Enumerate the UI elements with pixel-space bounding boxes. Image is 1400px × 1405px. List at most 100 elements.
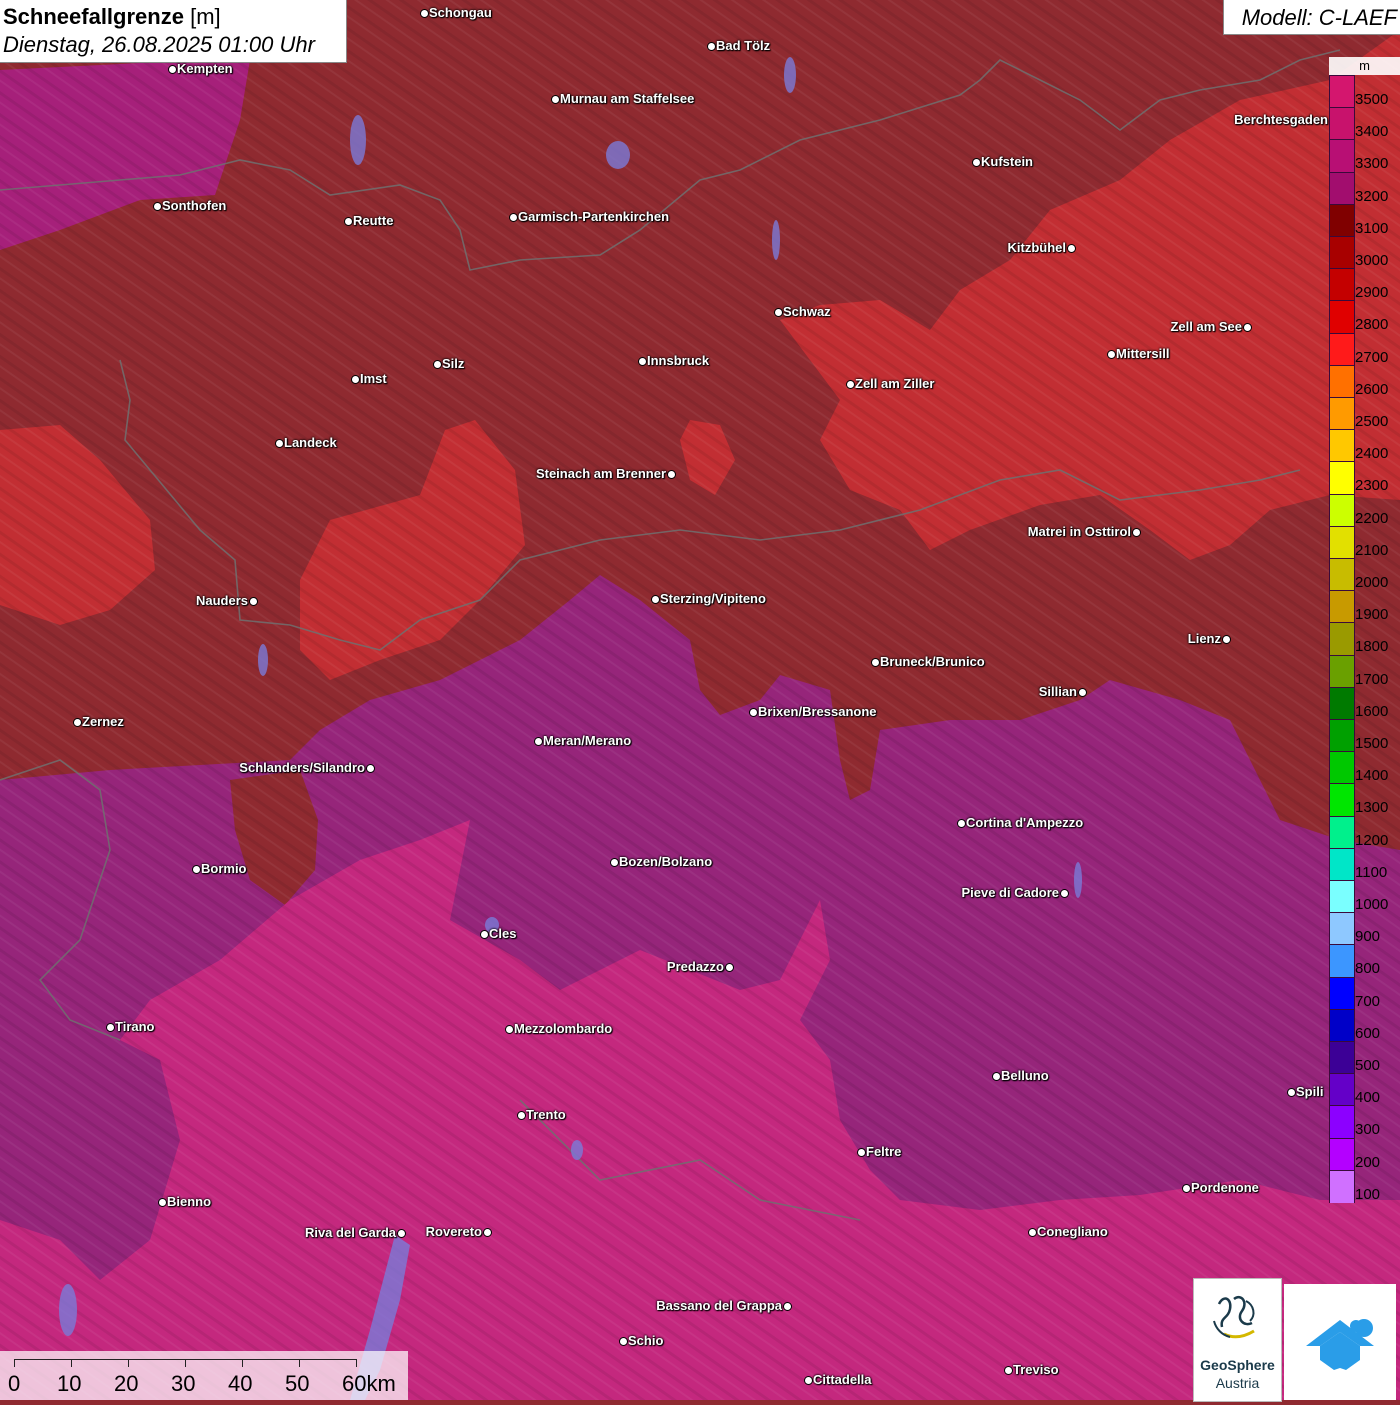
geosphere-logo[interactable]: GeoSphere Austria: [1193, 1278, 1282, 1402]
legend-label-2900: 2900: [1355, 284, 1389, 302]
legend-swatch-1500: [1329, 719, 1355, 753]
city-marker-zell-am-see: [1243, 323, 1252, 332]
scale-label: 0: [8, 1371, 21, 1396]
city-marker-landeck: [275, 439, 284, 448]
city-label-schwaz: Schwaz: [783, 304, 831, 319]
city-marker-schongau: [420, 9, 429, 18]
city-marker-feltre: [857, 1148, 866, 1157]
legend-swatch-300: [1329, 1105, 1355, 1139]
legend-label-3500: 3500: [1355, 91, 1389, 108]
city-label-bassano-del-grappa: Bassano del Grappa: [656, 1298, 782, 1313]
city-label-matrei-in-osttirol: Matrei in Osttirol: [1027, 524, 1131, 539]
city-label-pordenone: Pordenone: [1191, 1180, 1259, 1195]
city-marker-trento: [517, 1111, 526, 1120]
legend-swatch-3500: [1329, 75, 1355, 109]
legend-label-700: 700: [1355, 992, 1381, 1010]
city-marker-garmisch-partenkirchen: [509, 213, 518, 222]
city-label-meran-merano: Meran/Merano: [543, 733, 632, 748]
scale-tick: [356, 1359, 357, 1367]
city-label-cittadella: Cittadella: [813, 1372, 872, 1387]
map-title: Schneefallgrenze [m]: [3, 4, 221, 30]
map-title-unit: [m]: [190, 4, 221, 29]
legend-label-1700: 1700: [1355, 670, 1389, 688]
legend-label-500: 500: [1355, 1057, 1381, 1074]
legend-swatch-700: [1329, 976, 1355, 1010]
scale-label: 50: [285, 1371, 310, 1396]
legend-swatch-1200: [1329, 815, 1355, 849]
legend-label-1200: 1200: [1355, 831, 1389, 849]
city-marker-kempten: [168, 65, 177, 74]
cloud-house-icon: [1306, 1319, 1374, 1370]
city-marker-predazzo: [725, 963, 734, 972]
city-label-kufstein: Kufstein: [981, 154, 1033, 169]
city-marker-schio: [619, 1337, 628, 1346]
legend-swatch-1100: [1329, 847, 1355, 881]
scale-tick: [14, 1359, 15, 1367]
legend-swatch-2000: [1329, 558, 1355, 592]
legend-swatch-1800: [1329, 622, 1355, 656]
city-label-schongau: Schongau: [429, 5, 492, 20]
legend-label-800: 800: [1355, 960, 1381, 978]
city-marker-bozen-bolzano: [610, 858, 619, 867]
city-label-pieve-di-cadore: Pieve di Cadore: [961, 885, 1059, 900]
legend-swatch-3400: [1329, 107, 1355, 141]
city-marker-cortina-d-ampezzo: [957, 819, 966, 828]
city-label-schlanders-silandro: Schlanders/Silandro: [239, 760, 365, 775]
city-label-bruneck-brunico: Bruneck/Brunico: [880, 654, 985, 669]
city-marker-sterzing-vipiteno: [651, 595, 660, 604]
city-marker-lienz: [1222, 635, 1231, 644]
city-marker-bassano-del-grappa: [783, 1302, 792, 1311]
scale-tick: [299, 1359, 300, 1367]
scale-tick: [71, 1359, 72, 1367]
city-marker-imst: [351, 375, 360, 384]
geosphere-emblem-icon: [1213, 1295, 1255, 1339]
legend-label-3100: 3100: [1355, 219, 1389, 237]
city-marker-pieve-di-cadore: [1060, 889, 1069, 898]
legend-swatch-200: [1329, 1137, 1355, 1171]
city-label-bad-t-lz: Bad Tölz: [716, 38, 771, 53]
scale-bar: 0 10 20 30 40 50 60km: [0, 1351, 408, 1400]
city-label-bozen-bolzano: Bozen/Bolzano: [619, 854, 713, 869]
legend-swatch-3000: [1329, 236, 1355, 270]
weather-app-logo[interactable]: [1284, 1284, 1396, 1400]
city-marker-silz: [433, 360, 442, 369]
legend-label-3200: 3200: [1355, 187, 1389, 205]
city-label-conegliano: Conegliano: [1037, 1224, 1108, 1239]
legend-swatch-2200: [1329, 493, 1355, 527]
city-label-bormio: Bormio: [201, 861, 247, 876]
city-marker-mittersill: [1107, 350, 1116, 359]
legend-swatch-600: [1329, 1008, 1355, 1042]
legend-swatch-3100: [1329, 203, 1355, 237]
city-label-zell-am-ziller: Zell am Ziller: [855, 376, 935, 391]
scale-label: 20: [114, 1371, 139, 1396]
city-label-feltre: Feltre: [866, 1144, 902, 1159]
city-marker-bienno: [158, 1198, 167, 1207]
legend-swatch-100: [1329, 1169, 1355, 1203]
scale-tick: [242, 1359, 243, 1367]
city-label-lienz: Lienz: [1187, 631, 1221, 646]
city-label-imst: Imst: [360, 371, 387, 386]
city-marker-belluno: [992, 1072, 1001, 1081]
city-marker-sonthofen: [153, 202, 162, 211]
legend-label-3300: 3300: [1355, 155, 1389, 173]
legend-label-600: 600: [1355, 1024, 1381, 1042]
legend-label-400: 400: [1355, 1089, 1381, 1107]
legend-label-200: 200: [1355, 1153, 1381, 1171]
scale-tick: [128, 1359, 129, 1367]
legend-label-1900: 1900: [1355, 606, 1389, 624]
city-label-sonthofen: Sonthofen: [162, 198, 227, 213]
city-label-cles: Cles: [489, 926, 517, 941]
legend-label-1800: 1800: [1355, 638, 1389, 656]
scale-label: 60km: [342, 1371, 396, 1396]
geosphere-name: GeoSphere: [1200, 1357, 1275, 1373]
scale-tick: [185, 1359, 186, 1367]
legend-swatch-1900: [1329, 590, 1355, 624]
city-label-predazzo: Predazzo: [666, 959, 724, 974]
city-label-murnau-am-staffelsee: Murnau am Staffelsee: [560, 91, 695, 106]
city-marker-innsbruck: [638, 357, 647, 366]
city-marker-cles: [480, 930, 489, 939]
scale-label: 30: [171, 1371, 196, 1396]
city-marker-bruneck-brunico: [871, 658, 880, 667]
legend-label-1300: 1300: [1355, 799, 1389, 817]
legend-swatch-800: [1329, 944, 1355, 978]
